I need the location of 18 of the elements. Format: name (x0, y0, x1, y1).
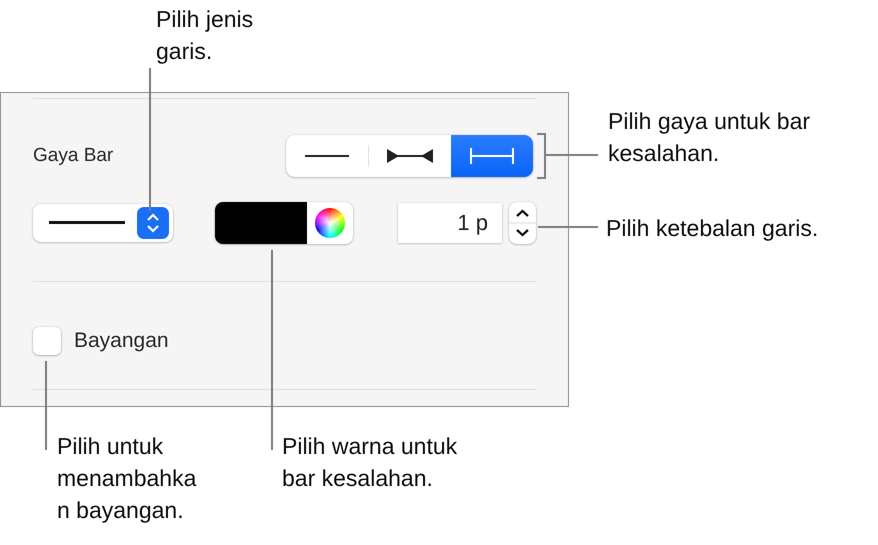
stepper[interactable] (509, 202, 536, 244)
line-icon (305, 154, 349, 158)
arrows-line-icon (387, 148, 433, 164)
updown-chevron-icon (136, 207, 169, 239)
callout-text: Pilih ketebalan garis. (606, 214, 818, 243)
thickness-field[interactable]: 1 p (398, 203, 502, 243)
solid-line-icon (49, 221, 125, 225)
callout-text: Pilih gaya untuk bar kesalahan. (608, 107, 810, 168)
section-title: Gaya Bar (33, 145, 114, 167)
callout-text: Pilih jenis garis. (156, 5, 254, 66)
leader-line (538, 226, 598, 228)
callout-text: Pilih untuk menambahka n bayangan. (57, 432, 196, 525)
checkbox-label: Bayangan (74, 329, 169, 353)
shadow-checkbox[interactable] (33, 327, 61, 355)
capped-line-icon (470, 148, 514, 164)
line-style-popup[interactable] (33, 204, 173, 242)
color-well[interactable] (214, 202, 353, 244)
callout-text: Pilih warna untuk bar kesalahan. (282, 432, 458, 493)
